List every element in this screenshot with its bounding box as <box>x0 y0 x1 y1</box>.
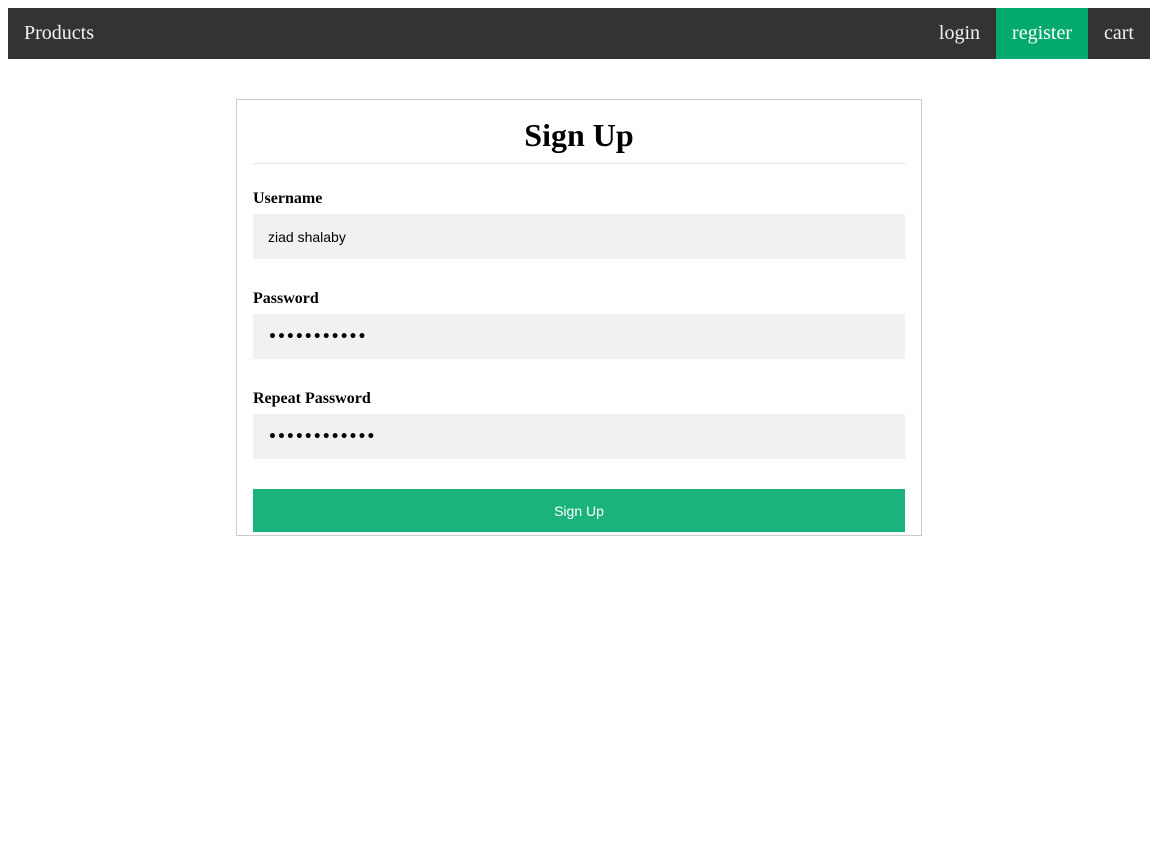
repeat-password-masked-value: •••••••••••• <box>268 428 376 445</box>
password-input[interactable]: ••••••••••• <box>253 314 905 359</box>
signup-button[interactable]: Sign Up <box>253 489 905 532</box>
form-title: Sign Up <box>524 117 634 153</box>
nav-products-link[interactable]: Products <box>8 8 110 59</box>
repeat-password-input[interactable]: •••••••••••• <box>253 414 905 459</box>
nav-spacer <box>110 8 923 59</box>
password-label: Password <box>253 290 319 307</box>
top-navigation: Products login register cart <box>8 8 1150 59</box>
nav-login-link[interactable]: login <box>923 8 996 59</box>
signup-form: Sign Up Username Password ••••••••••• Re… <box>236 99 922 536</box>
username-label: Username <box>253 190 323 207</box>
nav-cart-link[interactable]: cart <box>1088 8 1150 59</box>
title-divider <box>253 163 905 164</box>
username-input[interactable] <box>253 214 905 259</box>
nav-register-link[interactable]: register <box>996 8 1089 59</box>
repeat-password-label: Repeat Password <box>253 390 371 407</box>
password-masked-value: ••••••••••• <box>268 328 367 345</box>
